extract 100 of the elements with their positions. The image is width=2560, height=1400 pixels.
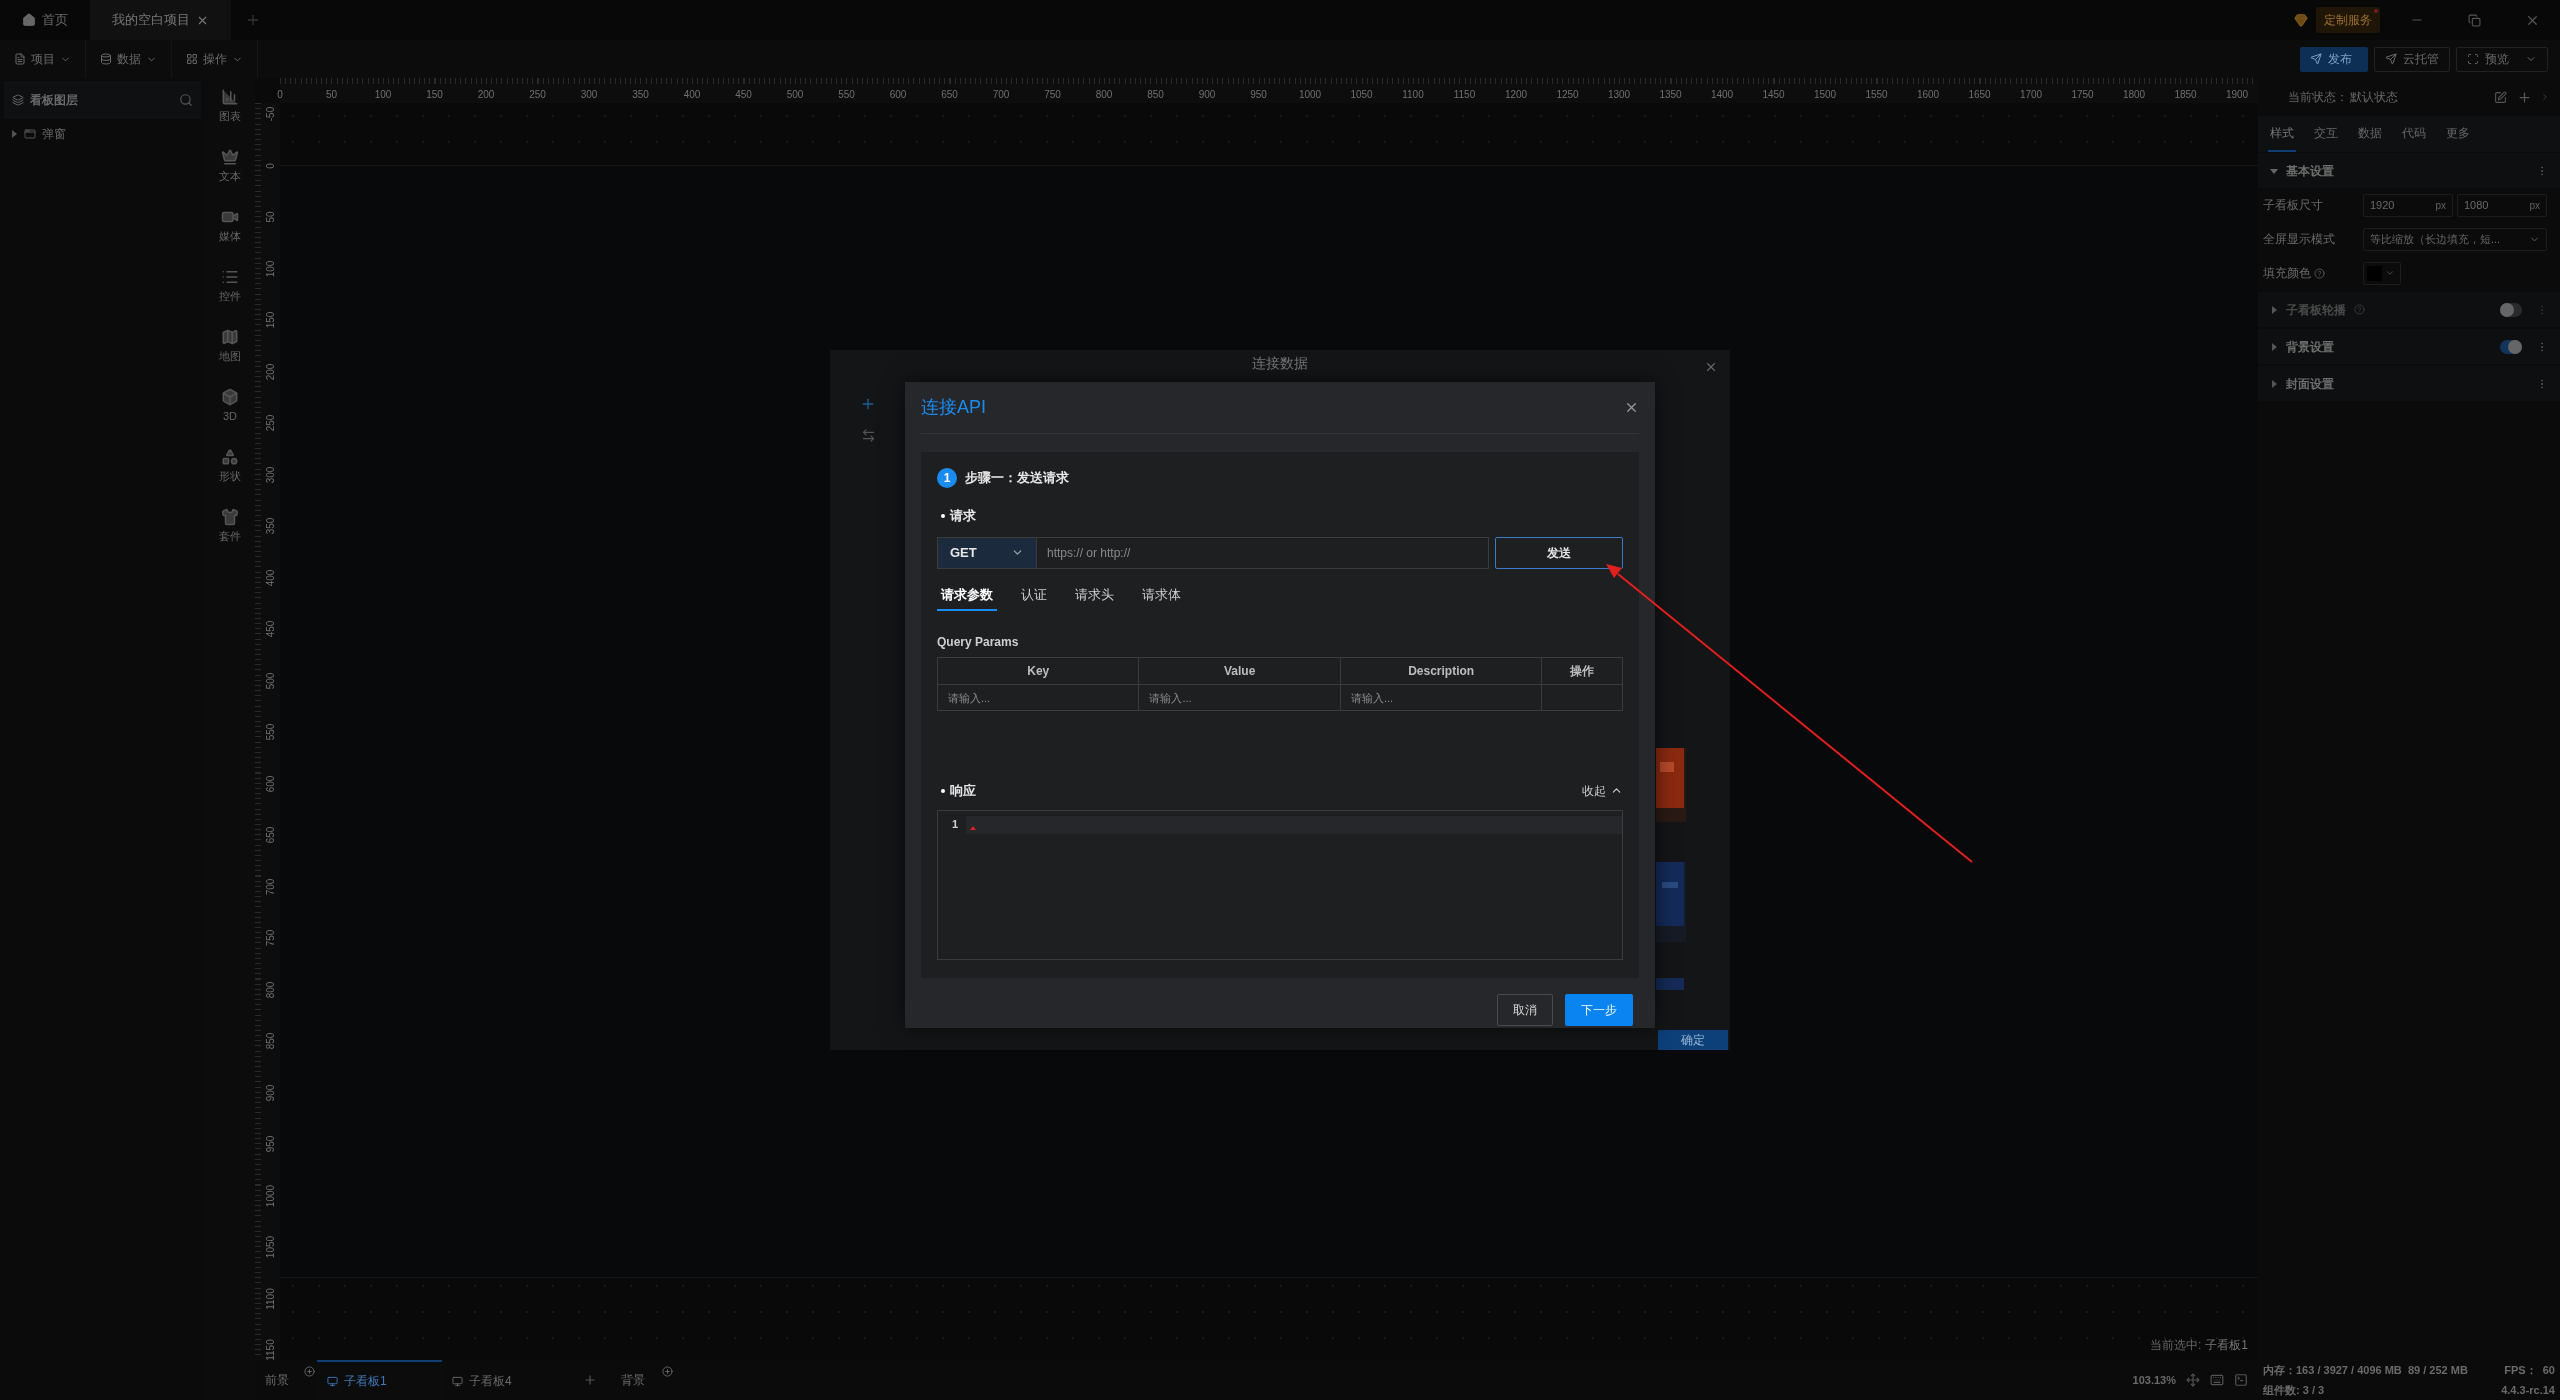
chevron-right-icon[interactable] bbox=[2540, 92, 2550, 102]
background-tab[interactable]: 背景 bbox=[613, 1360, 675, 1400]
collapse-button[interactable]: 收起 bbox=[1582, 781, 1623, 800]
ruler-label: 1200 bbox=[1504, 88, 1528, 102]
ruler-label: 1800 bbox=[2122, 88, 2146, 102]
component-category[interactable]: 控件 bbox=[219, 268, 241, 312]
component-category[interactable]: 3D bbox=[221, 388, 239, 432]
ruler-label: 1400 bbox=[1710, 88, 1734, 102]
cancel-button[interactable]: 取消 bbox=[1497, 993, 1553, 1026]
shape-icon bbox=[221, 448, 239, 466]
window-tab[interactable]: 首页 bbox=[0, 0, 90, 40]
section-caret-icon[interactable] bbox=[2270, 342, 2278, 351]
search-icon[interactable] bbox=[179, 93, 193, 107]
home-icon bbox=[22, 13, 36, 27]
close-icon[interactable] bbox=[1624, 400, 1639, 415]
panel-tab[interactable]: 更多 bbox=[2444, 116, 2472, 152]
component-category[interactable]: 文本 bbox=[219, 148, 241, 192]
memory-usage: 内存：163 / 3927 / 4096 MB 89 / 252 MB bbox=[2263, 1363, 2468, 1378]
restore-icon[interactable] bbox=[2468, 13, 2481, 27]
ruler-label: 0 bbox=[264, 162, 277, 169]
size-field[interactable]: 1080 px bbox=[2457, 193, 2547, 217]
section-header[interactable]: 基本设置 bbox=[2258, 153, 2560, 188]
panel-tab[interactable]: 交互 bbox=[2312, 116, 2340, 152]
url-field[interactable]: https:// or http:// bbox=[1037, 536, 1489, 569]
shirt-icon bbox=[221, 508, 239, 526]
ruler-label: 600 bbox=[889, 88, 907, 102]
component-category[interactable]: 形状 bbox=[219, 448, 241, 492]
request-tab[interactable]: 请求体 bbox=[1138, 584, 1185, 611]
foreground-tab[interactable]: 前景 bbox=[255, 1360, 317, 1400]
add-circle-icon bbox=[662, 1366, 673, 1377]
ruler-label: 600 bbox=[264, 775, 277, 792]
monitor-icon bbox=[452, 1375, 463, 1387]
add-tab-icon[interactable] bbox=[245, 12, 261, 28]
expand-caret-icon[interactable] bbox=[10, 130, 18, 138]
swap-icon[interactable] bbox=[861, 428, 876, 443]
diamond-icon bbox=[2294, 13, 2308, 27]
ruler-label: 1100 bbox=[1402, 88, 1424, 102]
request-tab[interactable]: 认证 bbox=[1017, 584, 1051, 611]
help-icon[interactable] bbox=[2314, 267, 2325, 279]
section-caret-icon[interactable] bbox=[2270, 166, 2278, 175]
ruler-label: 0 bbox=[277, 88, 283, 102]
send-button[interactable]: 发送 bbox=[1495, 536, 1623, 569]
params-title: Query Params bbox=[937, 634, 1020, 651]
service-badge[interactable]: 定制服务 bbox=[2316, 7, 2380, 33]
component-category[interactable]: 图表 bbox=[219, 88, 241, 132]
add-board-icon[interactable] bbox=[583, 1373, 597, 1387]
section-caret-icon[interactable] bbox=[2270, 379, 2278, 388]
ruler-label: 900 bbox=[264, 1084, 277, 1101]
keyboard-icon[interactable] bbox=[2210, 1373, 2224, 1387]
close-icon[interactable] bbox=[1704, 360, 1718, 374]
component-category[interactable]: 地图 bbox=[219, 328, 241, 372]
ruler-label: 1150 bbox=[1453, 88, 1476, 102]
ruler-label: 1700 bbox=[2019, 88, 2043, 102]
panel-tab[interactable]: 代码 bbox=[2400, 116, 2428, 152]
board-tab[interactable]: 子看板4 bbox=[442, 1360, 567, 1400]
add-icon[interactable] bbox=[2517, 89, 2532, 105]
ruler-label: 1100 bbox=[264, 1287, 277, 1310]
section-header[interactable]: 背景设置 bbox=[2258, 329, 2560, 364]
step-number: 1 bbox=[937, 468, 957, 488]
ruler-label: 450 bbox=[264, 620, 277, 638]
cloud-host-button[interactable]: 云托管 bbox=[2374, 46, 2450, 72]
method-select[interactable]: GET bbox=[937, 536, 1037, 569]
next-button[interactable]: 下一步 bbox=[1565, 993, 1633, 1026]
ruler-label: 1000 bbox=[264, 1184, 277, 1207]
size-field[interactable]: 1920 px bbox=[2363, 193, 2453, 217]
panel-title: 看板图层 bbox=[30, 92, 78, 109]
toggle-switch[interactable] bbox=[2500, 339, 2522, 354]
terminal-icon[interactable] bbox=[2234, 1373, 2248, 1387]
request-tab[interactable]: 请求头 bbox=[1071, 584, 1118, 611]
param-input[interactable]: 请输入... bbox=[1340, 685, 1543, 711]
layer-item[interactable]: 弹窗 bbox=[0, 119, 205, 149]
section-header[interactable]: 封面设置 bbox=[2258, 366, 2560, 401]
window-tab[interactable]: 我的空白项目 bbox=[90, 0, 231, 40]
fit-screen-icon[interactable] bbox=[2186, 1373, 2200, 1387]
component-category[interactable]: 套件 bbox=[219, 508, 241, 552]
panel-tab[interactable]: 数据 bbox=[2356, 116, 2384, 152]
component-category[interactable]: 媒体 bbox=[219, 208, 241, 252]
ruler-label: 50 bbox=[264, 211, 277, 223]
param-input[interactable]: 请输入... bbox=[1139, 685, 1341, 711]
color-picker[interactable] bbox=[2363, 261, 2401, 285]
request-tab[interactable]: 请求参数 bbox=[937, 584, 997, 611]
ruler-label: 1050 bbox=[264, 1235, 277, 1259]
preview-button[interactable]: 预览 bbox=[2456, 46, 2548, 72]
publish-button[interactable]: 发布 bbox=[2300, 46, 2368, 72]
column-header: Value bbox=[1139, 658, 1341, 685]
ruler-label: 150 bbox=[426, 88, 443, 102]
field-label: 子看板尺寸 bbox=[2263, 197, 2323, 214]
add-icon[interactable] bbox=[860, 396, 876, 412]
selection-label: 当前选中: bbox=[2149, 1337, 2202, 1354]
param-input[interactable]: 请输入... bbox=[938, 685, 1140, 711]
ruler-label: 950 bbox=[264, 1135, 277, 1153]
ruler-label: 400 bbox=[264, 569, 277, 586]
dialog-title: 连接API bbox=[921, 396, 986, 419]
ruler-label: 850 bbox=[264, 1032, 277, 1050]
map-icon bbox=[221, 328, 239, 346]
confirm-button[interactable]: 确定 bbox=[1658, 1030, 1728, 1050]
ruler-label: 550 bbox=[264, 723, 277, 741]
response-editor[interactable]: 1 bbox=[937, 809, 1623, 960]
mode-select[interactable]: 等比缩放（长边填充，短... bbox=[2363, 227, 2547, 251]
edit-icon[interactable] bbox=[2494, 90, 2507, 104]
